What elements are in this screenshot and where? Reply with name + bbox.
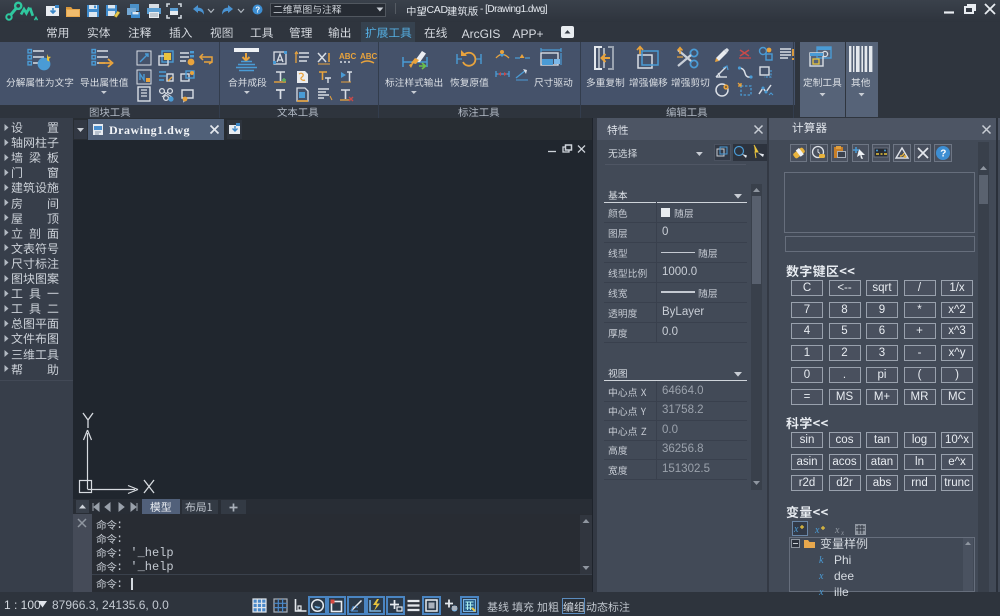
svg-text:x: x xyxy=(818,587,824,598)
svg-text:x: x xyxy=(818,571,824,582)
svg-text:x: x xyxy=(793,524,799,535)
svg-text:ABC: ABC xyxy=(360,52,378,61)
svg-text:?: ? xyxy=(941,149,947,160)
svg-text:x: x xyxy=(814,525,820,536)
svg-text:x: x xyxy=(840,529,845,537)
svg-text:ABC: ABC xyxy=(339,52,357,61)
svg-text:?: ? xyxy=(255,6,260,15)
svg-text:x: x xyxy=(834,525,840,536)
svg-text:k: k xyxy=(819,555,824,566)
